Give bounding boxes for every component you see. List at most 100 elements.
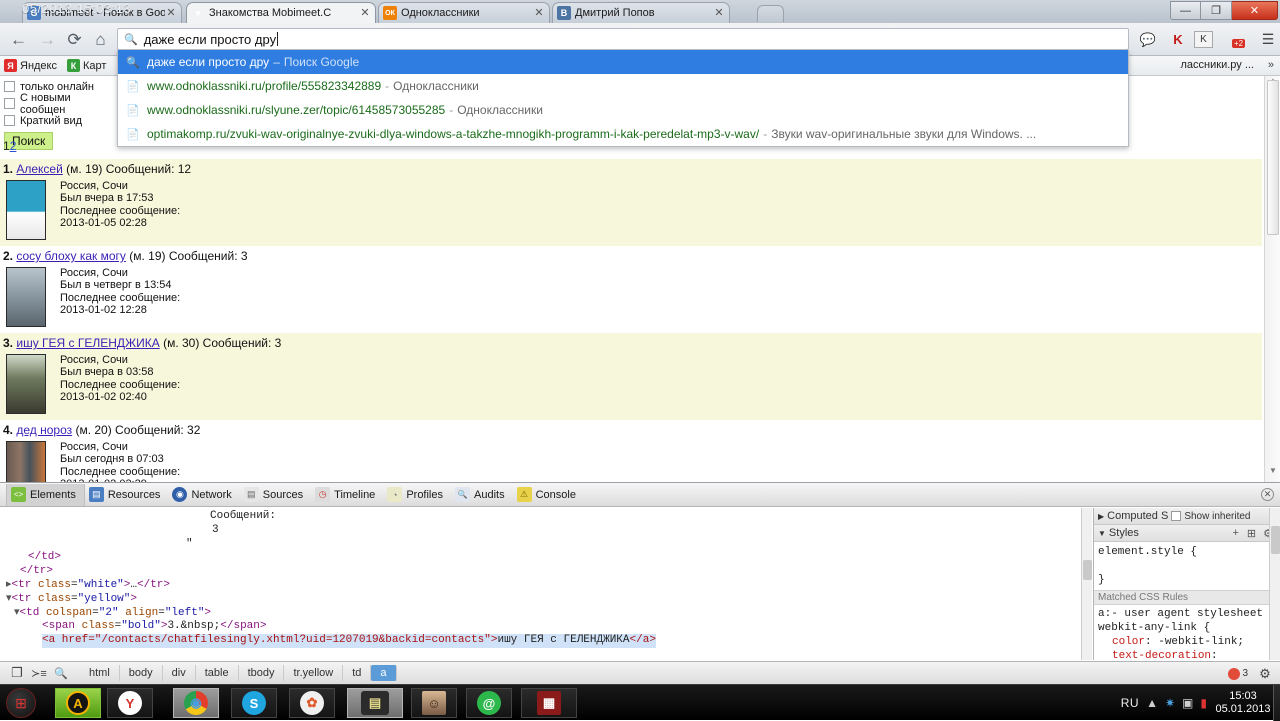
list-item[interactable]: 3. ишу ГЕЯ с ГЕЛЕНДЖИКА (м. 30) Сообщени… — [0, 333, 1262, 420]
css-property-value[interactable]: -webkit-link; — [1158, 636, 1244, 648]
settings-gear-icon[interactable]: ⚙ — [1254, 665, 1276, 682]
maximize-button[interactable]: ❐ — [1201, 1, 1232, 20]
breadcrumb-table[interactable]: table — [196, 665, 239, 681]
display-tray-icon[interactable]: ▣ — [1182, 696, 1193, 710]
taskbar-item-avast[interactable]: A — [55, 688, 101, 718]
dom-scrollbar[interactable] — [1081, 508, 1092, 660]
dom-line[interactable]: <span class="bold">3.&nbsp;</span> — [42, 620, 266, 632]
back-button[interactable]: ← — [6, 27, 31, 52]
devtools-tab-profiles[interactable]: ◔ Profiles — [383, 484, 451, 506]
search-icon[interactable]: 🔍 — [50, 665, 72, 682]
contact-name-link[interactable]: Алексей — [16, 162, 62, 176]
computed-style-header[interactable]: ▶ Computed S Show inherited — [1094, 508, 1280, 525]
devtools-tab-network[interactable]: ◉ Network — [168, 484, 239, 506]
kaspersky-keyboard-icon[interactable]: K — [1194, 31, 1213, 48]
show-desktop-button[interactable] — [1273, 685, 1280, 721]
list-item[interactable]: 4. дед нороз (м. 20) Сообщений: 32 Росси… — [0, 420, 1262, 482]
devtools-close-icon[interactable]: ✕ — [1261, 488, 1274, 501]
taskbar-clock[interactable]: 15:03 05.01.2013 — [1214, 690, 1272, 716]
suggestion-item[interactable]: 🔍 даже если просто дру – Поиск Google — [118, 50, 1128, 74]
list-item[interactable]: 2. сосу блоху как могу (м. 19) Сообщений… — [0, 246, 1262, 333]
kaspersky-icon[interactable]: K — [1166, 28, 1190, 51]
list-item[interactable]: 1. Алексей (м. 19) Сообщений: 12 Россия,… — [0, 159, 1262, 246]
breadcrumb-body[interactable]: body — [120, 665, 163, 681]
checkbox-icon[interactable] — [4, 81, 15, 92]
breadcrumb-td[interactable]: td — [343, 665, 372, 681]
taskbar-item-photo-app[interactable]: ✿ — [289, 688, 335, 718]
devtools-tab-console[interactable]: ⚠ Console — [513, 484, 584, 506]
chevron-down-icon[interactable]: ▼ — [1098, 529, 1106, 538]
devtools-tab-elements[interactable]: <> Elements — [6, 483, 85, 506]
css-property-name[interactable]: color — [1112, 636, 1145, 648]
dom-line[interactable]: </td> — [28, 551, 61, 563]
minimize-button[interactable]: — — [1170, 1, 1201, 20]
taskbar-item-chrome[interactable]: ◉ — [173, 688, 219, 718]
volume-network-icon[interactable]: ▮ — [1200, 696, 1207, 710]
checkbox-icon[interactable] — [4, 115, 15, 126]
scrollbar-thumb[interactable] — [1267, 80, 1279, 235]
tab-mobimeet-search[interactable]: G mobimeet - Поиск в Goo ✕ — [22, 2, 182, 23]
page-next-link[interactable]: 2 — [10, 139, 17, 153]
contact-name-link[interactable]: дед нороз — [16, 423, 72, 437]
devtools-tab-audits[interactable]: 🔍 Audits — [451, 484, 513, 506]
devtools-tab-timeline[interactable]: ◷ Timeline — [311, 484, 383, 506]
antivirus-tray-icon[interactable]: ✷ — [1165, 696, 1175, 710]
breadcrumb-html[interactable]: html — [80, 665, 120, 681]
breadcrumb-tbody[interactable]: tbody — [239, 665, 285, 681]
scroll-down-icon[interactable]: ▼ — [1265, 466, 1280, 482]
avatar[interactable] — [6, 267, 46, 327]
taskbar-item-archive[interactable]: ▦ — [521, 688, 577, 718]
scrollbar-thumb[interactable] — [1083, 560, 1092, 580]
element-state-icon[interactable]: ⊞ — [1247, 527, 1256, 540]
styles-scrollbar[interactable] — [1269, 508, 1280, 660]
dom-tree-panel[interactable]: Сообщений: 3 " </td> </tr> ▸<tr class="w… — [0, 508, 1092, 660]
filter-new-messages[interactable]: С новыми сообщен — [4, 92, 108, 116]
new-tab-button[interactable] — [757, 5, 784, 22]
language-indicator[interactable]: RU — [1121, 696, 1139, 710]
tab-close-icon[interactable]: ✕ — [359, 8, 371, 19]
bookmark-odnoklassniki-ru[interactable]: лассники.ру ... — [1181, 59, 1255, 71]
contact-name-link[interactable]: сосу блоху как могу — [16, 249, 126, 263]
devtools-tab-sources[interactable]: ▤ Sources — [240, 484, 311, 506]
suggestion-item[interactable]: 📄 www.odnoklassniki.ru/slyune.zer/topic/… — [118, 98, 1128, 122]
dom-line[interactable]: ▾<tr class="yellow"> — [6, 593, 137, 605]
bookmarks-overflow-icon[interactable]: » — [1268, 59, 1274, 71]
avatar[interactable] — [6, 354, 46, 414]
reload-button[interactable]: ⟳ — [62, 27, 87, 52]
error-count-badge[interactable]: 3 — [1228, 667, 1248, 680]
matched-rule[interactable]: a:- user agent stylesheet webkit-any-lin… — [1094, 605, 1280, 666]
bookmark-yandex[interactable]: Я Яндекс — [4, 59, 57, 72]
show-inherited-checkbox[interactable] — [1171, 511, 1182, 521]
avatar[interactable] — [6, 441, 46, 482]
avatar[interactable] — [6, 180, 46, 240]
contact-name-link[interactable]: ишу ГЕЯ с ГЕЛЕНДЖИКА — [16, 336, 159, 350]
dom-line[interactable]: </tr> — [20, 565, 53, 577]
taskbar-item-folder[interactable]: ▤ — [347, 688, 403, 718]
tab-close-icon[interactable]: ✕ — [533, 8, 545, 19]
devtools-tab-resources[interactable]: ▤ Resources — [85, 484, 169, 506]
home-button[interactable]: ⌂ — [88, 27, 113, 52]
checkbox-icon[interactable] — [4, 98, 15, 109]
dom-line[interactable]: ▾<td colspan="2" align="left"> — [14, 607, 211, 619]
scrollbar-thumb[interactable] — [1271, 526, 1280, 554]
add-style-rule-icon[interactable]: + — [1232, 527, 1238, 539]
bookmark-maps[interactable]: К Карт — [67, 59, 106, 72]
tab-close-icon[interactable]: ✕ — [165, 8, 177, 19]
address-bar[interactable]: 🔍 даже если просто дру — [117, 28, 1129, 50]
suggestion-item[interactable]: 📄 www.odnoklassniki.ru/profile/555823342… — [118, 74, 1128, 98]
breadcrumb-div[interactable]: div — [163, 665, 196, 681]
element-style-rule[interactable]: element.style { } — [1094, 542, 1280, 590]
tab-odnoklassniki[interactable]: ОК Одноклассники ✕ — [378, 2, 550, 23]
close-button[interactable]: ✕ — [1232, 1, 1278, 20]
dom-line[interactable]: ▸<tr class="white">…</tr> — [6, 579, 170, 591]
breadcrumb-tr-yellow[interactable]: tr.yellow — [284, 665, 344, 681]
breadcrumb-a[interactable]: a — [371, 665, 397, 681]
tab-close-icon[interactable]: ✕ — [713, 8, 725, 19]
styles-header[interactable]: ▼ Styles + ⊞ ⚙ — [1094, 525, 1280, 542]
start-button[interactable]: ⊞ — [6, 688, 36, 718]
menu-icon[interactable]: ☰ — [1256, 28, 1280, 51]
taskbar-item-photo-thumb[interactable]: ☺ — [411, 688, 457, 718]
console-drawer-icon[interactable]: ≻≡ — [28, 665, 50, 682]
page-scrollbar[interactable]: ▲ ▼ — [1264, 76, 1280, 482]
forward-button[interactable]: → — [35, 27, 60, 52]
